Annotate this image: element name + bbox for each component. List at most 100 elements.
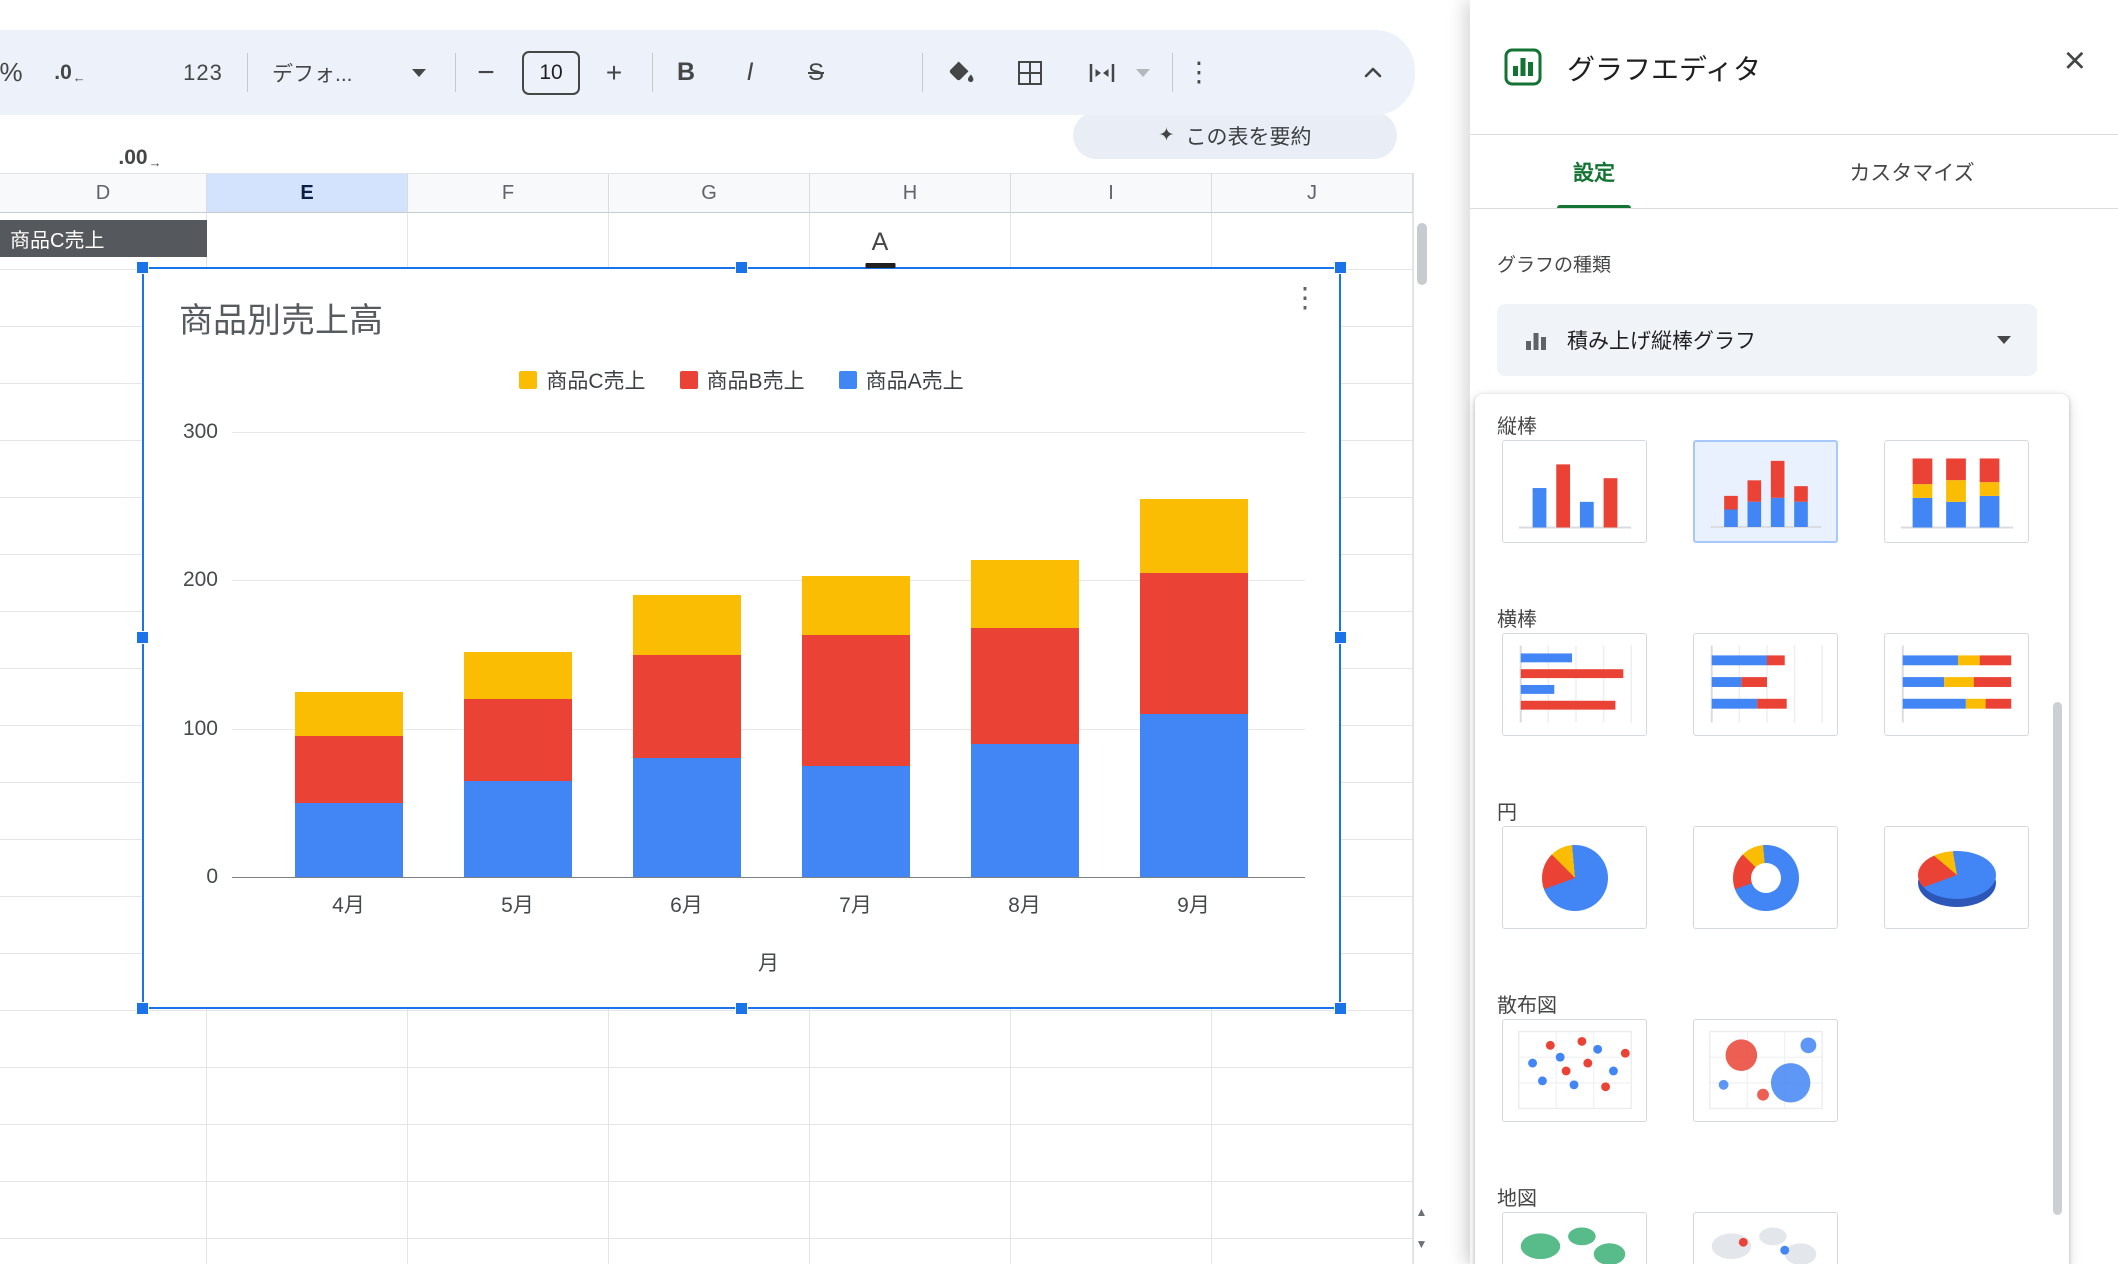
strikethrough-button[interactable]: S (808, 30, 824, 115)
more-toolbar-options-button[interactable]: ⋮ (1186, 30, 1213, 115)
legend-label: 商品A売上 (866, 365, 964, 395)
gallery-section-label: 散布図 (1497, 989, 2069, 1015)
selection-handle-bottom-middle[interactable] (735, 1002, 748, 1015)
chart-y-axis-label: 200 (144, 568, 218, 592)
gallery-row (1502, 440, 2069, 543)
bar-segment-商品A売上[interactable] (971, 744, 1079, 878)
text-color-label: A (872, 228, 889, 257)
bar-segment-商品C売上[interactable] (971, 560, 1079, 628)
gallery-scrollbar-thumb[interactable] (2053, 702, 2062, 1215)
geo-marker-chart-icon (1694, 1212, 1837, 1264)
chart-type-thumb-stacked-bar-chart[interactable] (1693, 633, 1838, 736)
chart-type-thumb-column-chart[interactable] (1502, 440, 1647, 543)
bar-segment-商品B売上[interactable] (971, 628, 1079, 744)
chart-type-thumb-pie-chart[interactable] (1502, 826, 1647, 929)
panel-header: グラフエディタ × (1470, 0, 2118, 135)
column-chart-icon (1503, 440, 1646, 543)
font-size-field[interactable]: 10 (522, 30, 580, 115)
bar-segment-商品B売上[interactable] (295, 736, 403, 803)
chart-gridline (232, 877, 1305, 878)
chart-type-thumb-donut-chart[interactable] (1693, 826, 1838, 929)
stacked-bar-6月[interactable] (633, 595, 741, 877)
chevron-down-icon (1136, 69, 1150, 77)
chart-type-thumb-geo-chart[interactable] (1502, 1212, 1647, 1264)
panel-title: グラフエディタ (1567, 0, 1761, 135)
bar-segment-商品C売上[interactable] (802, 576, 910, 635)
embedded-chart[interactable]: 商品別売上高 ⋮ 商品C売上商品B売上商品A売上 月 30020010004月5… (142, 267, 1341, 1009)
bar-segment-商品A売上[interactable] (802, 766, 910, 877)
stacked-bar-4月[interactable] (295, 692, 403, 877)
bar-segment-商品A売上[interactable] (295, 803, 403, 877)
bar-segment-商品B売上[interactable] (633, 655, 741, 759)
sheet-vertical-scrollbar[interactable]: ▲ ▼ (1413, 173, 1429, 1264)
stacked-bar-5月[interactable] (464, 652, 572, 877)
gallery-section-label: 縦棒 (1497, 410, 2069, 436)
collapse-toolbar-button[interactable] (1358, 30, 1388, 115)
bar-segment-商品A売上[interactable] (1140, 714, 1248, 877)
font-family-dropdown[interactable]: デフォ... (266, 30, 432, 115)
bar-segment-商品B売上[interactable] (802, 635, 910, 766)
stacked-bar-7月[interactable] (802, 576, 910, 877)
stacked-bar-8月[interactable] (971, 560, 1079, 877)
bar-segment-商品C売上[interactable] (1140, 499, 1248, 573)
toolbar-divider (922, 53, 923, 92)
borders-grid-icon (1015, 58, 1045, 88)
chart-type-dropdown[interactable]: 積み上げ縦棒グラフ (1497, 304, 2037, 376)
bar-segment-商品C売上[interactable] (464, 652, 572, 700)
decrease-font-size-button[interactable]: − (477, 30, 495, 115)
chart-type-thumb-scatter-chart[interactable] (1502, 1019, 1647, 1122)
fill-color-button[interactable] (946, 30, 976, 115)
bar-segment-商品B売上[interactable] (1140, 573, 1248, 714)
italic-button[interactable]: I (747, 30, 754, 115)
tab-customize[interactable]: カスタマイズ (1849, 135, 1974, 209)
gallery-section-円: 円 (1497, 796, 2069, 929)
chart-y-axis-label: 300 (144, 420, 218, 444)
merge-cells-button[interactable] (1086, 30, 1118, 115)
summarize-table-button[interactable]: ✦ この表を要約 (1073, 112, 1397, 159)
100-stacked-column-chart-icon (1885, 440, 2028, 543)
chart-type-thumb-bubble-chart[interactable] (1693, 1019, 1838, 1122)
bar-segment-商品A売上[interactable] (464, 781, 572, 877)
text-color-button[interactable]: A (148, 200, 1613, 285)
chart-type-thumb-bar-chart[interactable] (1502, 633, 1647, 736)
chart-type-thumb-geo-marker-chart[interactable] (1693, 1212, 1838, 1264)
chart-type-thumb-100-stacked-column-chart[interactable] (1884, 440, 2029, 543)
merge-cells-dropdown[interactable] (1136, 30, 1150, 115)
selection-handle-middle-left[interactable] (136, 631, 149, 644)
bar-segment-商品C売上[interactable] (295, 692, 403, 737)
scroll-up-button[interactable]: ▲ (1414, 1198, 1429, 1226)
legend-item[interactable]: 商品C売上 (519, 365, 645, 395)
increase-decimal-button[interactable]: .00→ (0, 115, 873, 200)
chart-x-axis-label: 9月 (1109, 889, 1278, 919)
close-panel-button[interactable]: × (2064, 42, 2086, 80)
chart-type-thumb-100-stacked-bar-chart[interactable] (1884, 633, 2029, 736)
scroll-down-button[interactable]: ▼ (1414, 1230, 1429, 1258)
bar-segment-商品A売上[interactable] (633, 758, 741, 877)
bar-segment-商品C売上[interactable] (633, 595, 741, 654)
increase-font-size-button[interactable]: + (606, 30, 622, 115)
borders-button[interactable] (1015, 30, 1045, 115)
legend-swatch (519, 371, 537, 389)
chart-type-thumb-stacked-column-chart[interactable] (1693, 440, 1838, 543)
stacked-bar-9月[interactable] (1140, 499, 1248, 877)
chart-y-axis-label: 0 (144, 865, 218, 889)
number-format-button[interactable]: 123 (183, 30, 223, 115)
selection-handle-bottom-left[interactable] (136, 1002, 149, 1015)
tab-setup[interactable]: 設定 (1573, 135, 1615, 209)
bar-segment-商品B売上[interactable] (464, 699, 572, 781)
gallery-section-縦棒: 縦棒 (1497, 410, 2069, 543)
selection-handle-bottom-right[interactable] (1334, 1002, 1347, 1015)
legend-label: 商品C売上 (546, 365, 645, 395)
legend-item[interactable]: 商品B売上 (680, 365, 805, 395)
legend-item[interactable]: 商品A売上 (839, 365, 964, 395)
gallery-row (1502, 1212, 2069, 1264)
chart-type-thumb-3d-pie-chart[interactable] (1884, 826, 2029, 929)
bold-button[interactable]: B (677, 30, 695, 115)
column-chart-icon (1523, 327, 1549, 353)
legend-label: 商品B売上 (707, 365, 805, 395)
geo-chart-icon (1503, 1212, 1646, 1264)
chart-options-menu[interactable]: ⋮ (1291, 281, 1319, 314)
bubble-chart-icon (1694, 1019, 1837, 1122)
active-tab-indicator (1557, 205, 1631, 208)
selection-handle-middle-right[interactable] (1334, 631, 1347, 644)
